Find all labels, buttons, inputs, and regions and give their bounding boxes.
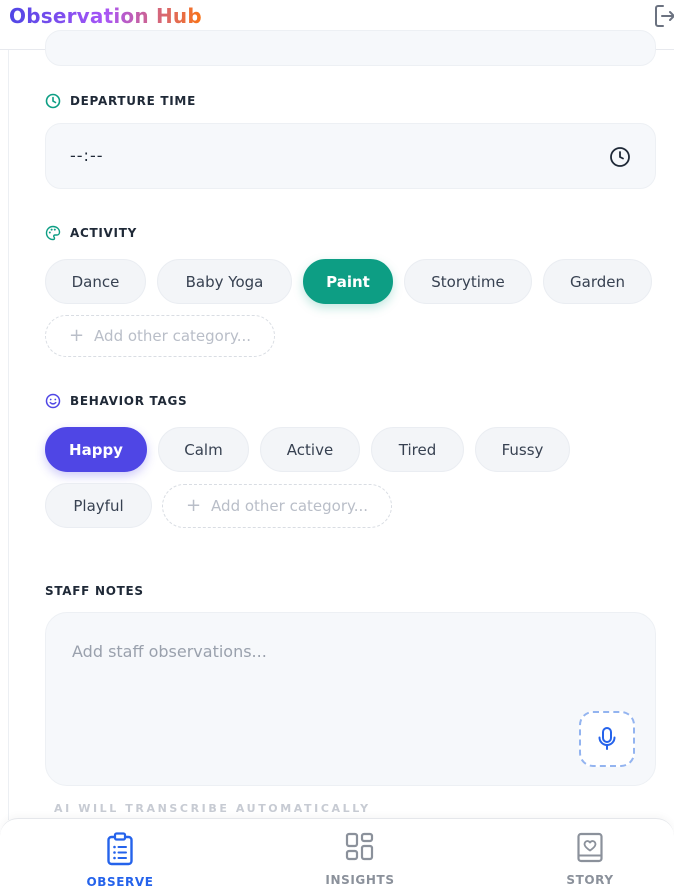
smile-icon (45, 393, 61, 409)
staff-notes-heading: STAFF NOTES (45, 582, 144, 600)
departure-time-value: --:-- (70, 146, 104, 165)
departure-time-input[interactable]: --:-- (45, 123, 656, 189)
nav-item-story[interactable]: STORY (525, 819, 655, 895)
plus-icon: + (185, 495, 202, 516)
bottom-navigation: OBSERVE INSIGHTS STORY (0, 818, 674, 895)
transcription-hint: AI WILL TRANSCRIBE AUTOMATICALLY (54, 802, 371, 815)
behavior-chip-active[interactable]: Active (260, 427, 360, 472)
activity-add-category-button[interactable]: + Add other category... (45, 315, 275, 357)
microphone-icon (598, 727, 616, 750)
voice-input-button[interactable] (579, 711, 635, 767)
behavior-chip-playful[interactable]: Playful (45, 483, 152, 528)
staff-notes-label: STAFF NOTES (45, 584, 144, 598)
nav-item-observe[interactable]: OBSERVE (55, 819, 185, 895)
palette-icon (45, 225, 61, 241)
app-title: Observation Hub (9, 4, 202, 28)
activity-chip-dance[interactable]: Dance (45, 259, 146, 304)
behavior-chip-calm[interactable]: Calm (158, 427, 249, 472)
activity-add-category-label: Add other category... (94, 327, 252, 345)
nav-label-story: STORY (566, 873, 614, 887)
behavior-chip-tired[interactable]: Tired (371, 427, 464, 472)
heart-book-icon (577, 832, 603, 863)
activity-chip-paint[interactable]: Paint (303, 259, 393, 304)
behavior-chip-fussy[interactable]: Fussy (475, 427, 570, 472)
departure-time-heading: DEPARTURE TIME (45, 92, 196, 110)
activity-heading: ACTIVITY (45, 224, 137, 242)
nav-item-insights[interactable]: INSIGHTS (295, 819, 425, 895)
nav-label-observe: OBSERVE (86, 875, 154, 889)
time-picker-icon[interactable] (609, 146, 631, 168)
side-rail (0, 50, 9, 820)
nav-label-insights: INSIGHTS (325, 873, 395, 887)
clipboard-icon (107, 832, 133, 866)
clock-icon (45, 93, 61, 109)
activity-chip-storytime[interactable]: Storytime (404, 259, 532, 304)
staff-notes-container (45, 612, 656, 786)
activity-label: ACTIVITY (70, 226, 137, 240)
behavior-tags-heading: BEHAVIOR TAGS (45, 392, 187, 410)
logout-icon[interactable] (653, 3, 674, 29)
behavior-chip-happy[interactable]: Happy (45, 427, 147, 472)
grid-icon (345, 832, 374, 861)
behavior-tags-label: BEHAVIOR TAGS (70, 394, 188, 408)
staff-notes-input[interactable] (72, 639, 552, 663)
activity-chip-garden[interactable]: Garden (543, 259, 652, 304)
behavior-add-category-button[interactable]: + Add other category... (162, 484, 392, 528)
departure-time-label: DEPARTURE TIME (70, 94, 196, 108)
behavior-add-category-label: Add other category... (211, 497, 369, 515)
previous-field-card (45, 30, 656, 66)
plus-icon: + (68, 325, 85, 346)
activity-chip-baby-yoga[interactable]: Baby Yoga (157, 259, 292, 304)
